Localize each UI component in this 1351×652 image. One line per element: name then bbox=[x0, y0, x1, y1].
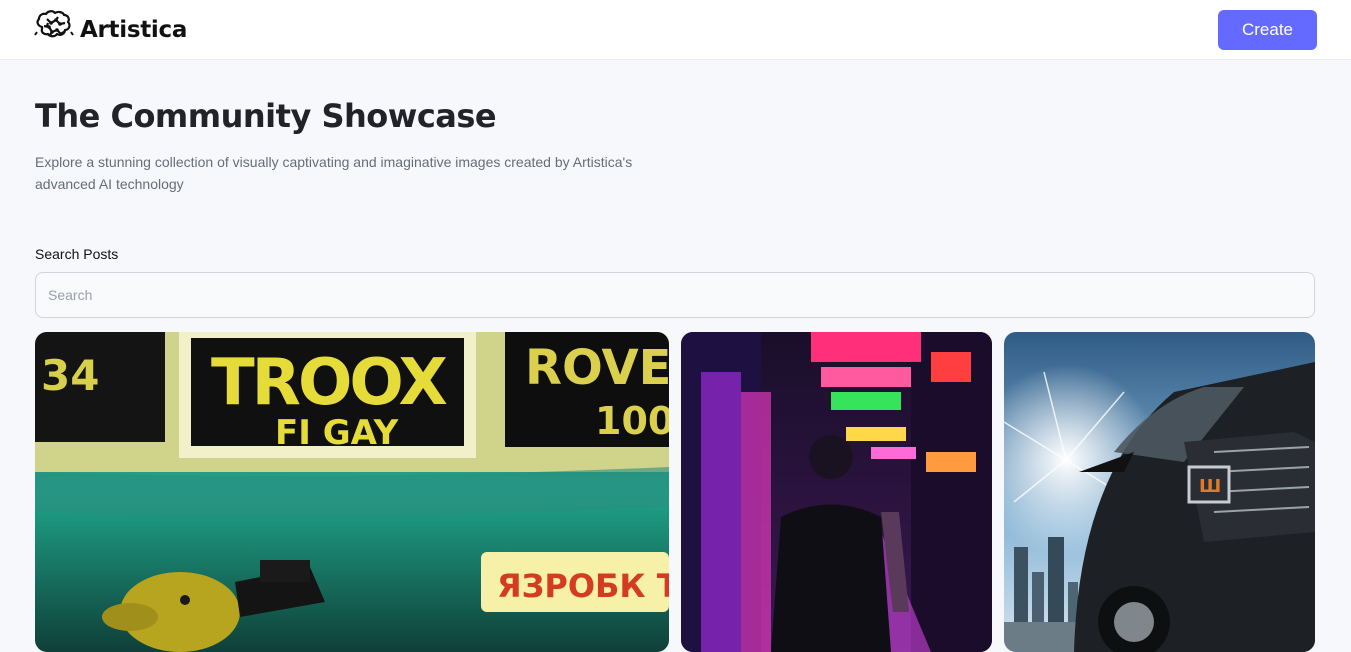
sign-text: TROOX bbox=[211, 346, 447, 420]
brand-logo[interactable]: Artistica bbox=[34, 10, 187, 49]
post-card[interactable] bbox=[681, 332, 992, 652]
create-button[interactable]: Create bbox=[1218, 9, 1317, 50]
posts-gallery: 34 TROOX FI GAY ROVE 100 ЯЗРОБК ТО bbox=[35, 332, 1315, 652]
sign-text: ЯЗРОБК ТО bbox=[497, 567, 669, 605]
page-title: The Community Showcase bbox=[35, 97, 497, 135]
post-image: 34 TROOX FI GAY ROVE 100 ЯЗРОБК ТО bbox=[35, 332, 669, 652]
search-input[interactable] bbox=[35, 272, 1315, 318]
post-card[interactable]: 34 TROOX FI GAY ROVE 100 ЯЗРОБК ТО bbox=[35, 332, 669, 652]
search-label: Search Posts bbox=[35, 246, 119, 262]
car-badge: Ш bbox=[1199, 476, 1221, 497]
sign-text: ROVE bbox=[525, 340, 669, 396]
main-content: The Community Showcase Explore a stunnin… bbox=[35, 60, 1315, 318]
post-image bbox=[681, 332, 992, 652]
sign-text: 34 bbox=[41, 351, 99, 400]
sign-text: 100 bbox=[595, 399, 669, 443]
post-image: Ш bbox=[1004, 332, 1315, 652]
brand-name: Artistica bbox=[80, 16, 188, 43]
sign-text: FI GAY bbox=[275, 413, 399, 453]
brain-icon bbox=[34, 10, 74, 49]
page-subtitle: Explore a stunning collection of visuall… bbox=[35, 154, 633, 192]
post-card[interactable]: Ш bbox=[1004, 332, 1315, 652]
top-navbar: Artistica Create bbox=[0, 0, 1351, 60]
